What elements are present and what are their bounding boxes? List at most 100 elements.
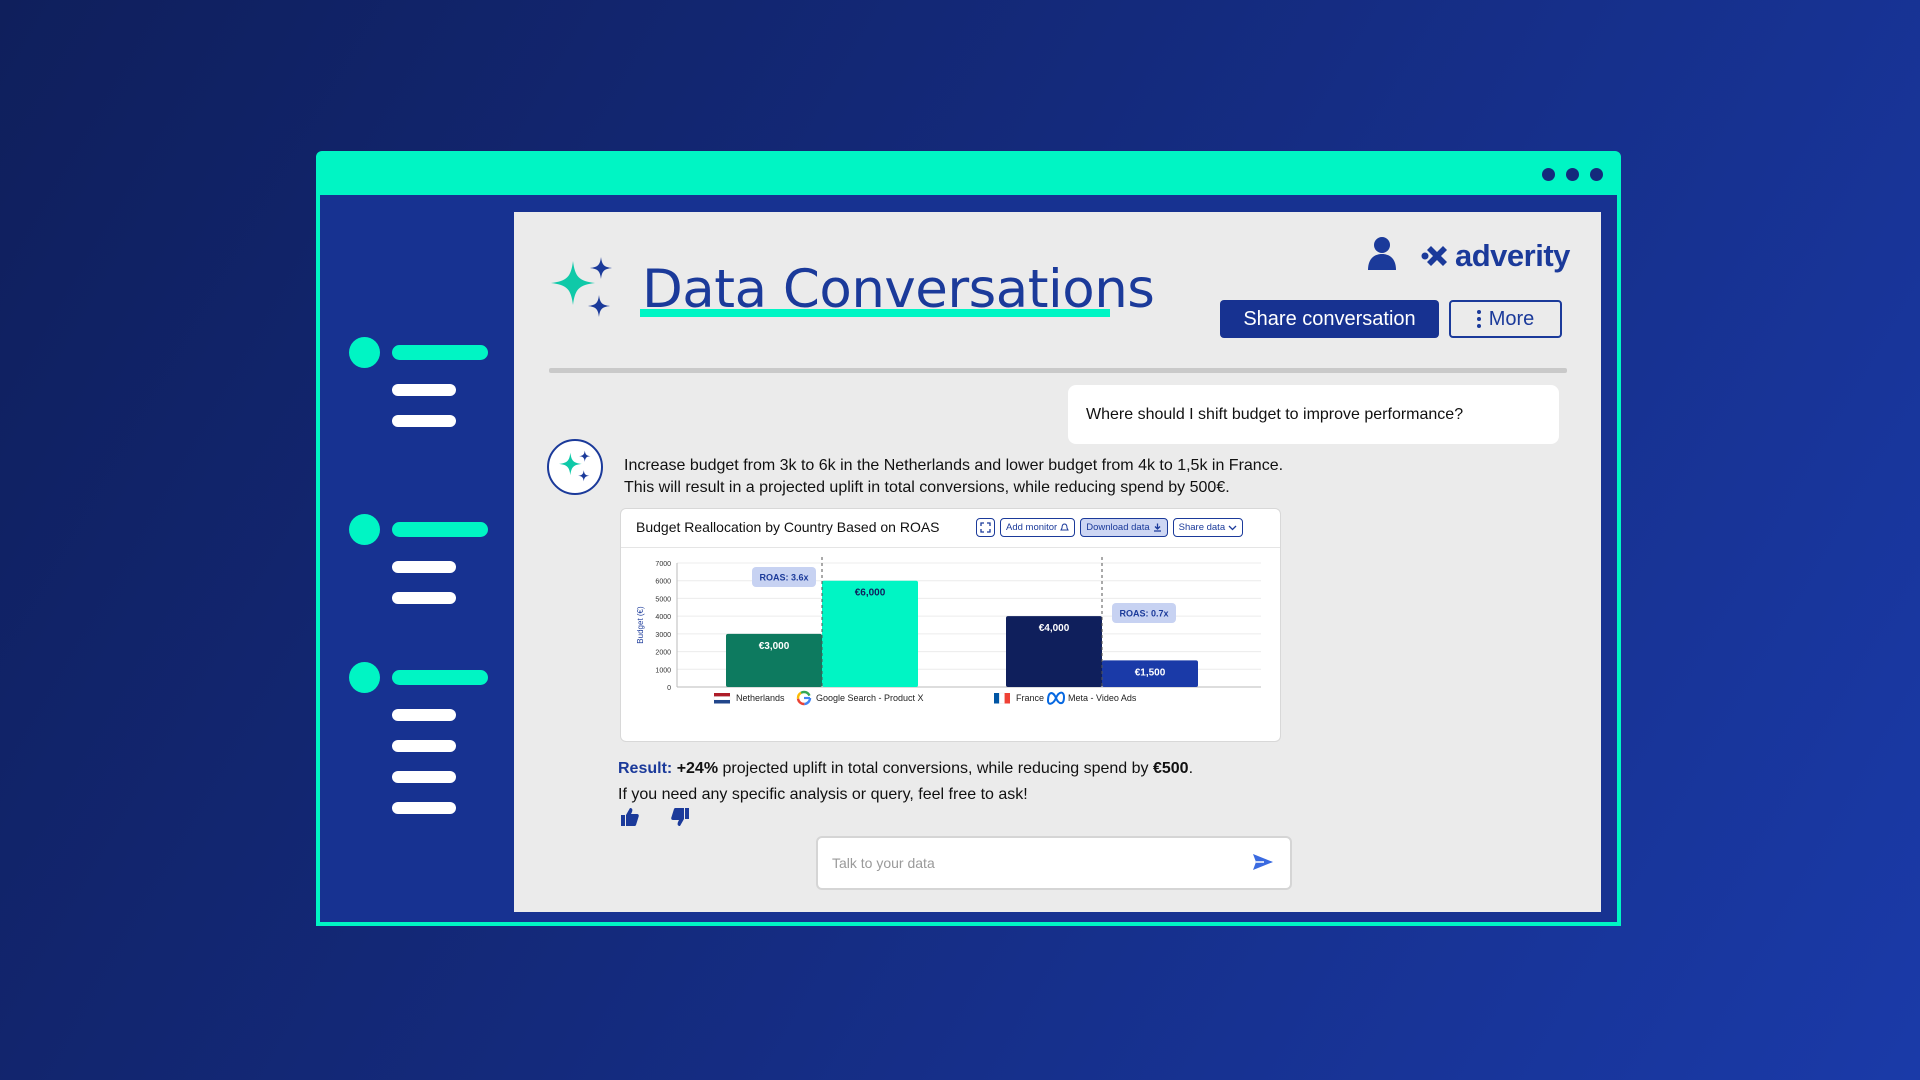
roas-tag-label: ROAS: 3.6x — [759, 573, 808, 583]
sidebar-item[interactable] — [349, 514, 488, 545]
y-tick-label: 2000 — [655, 650, 671, 657]
user-icon[interactable] — [1367, 236, 1397, 270]
sidebar-subitem[interactable] — [392, 561, 456, 573]
thumbs-up-icon[interactable] — [620, 807, 640, 827]
sidebar-group[interactable] — [349, 514, 488, 604]
assistant-message-line: Increase budget from 3k to 6k in the Net… — [624, 457, 1284, 474]
send-button[interactable] — [1252, 852, 1274, 875]
netherlands-flag-icon — [714, 700, 730, 704]
france-flag-icon — [994, 693, 1000, 704]
result-value: +24% — [676, 760, 719, 777]
y-tick-label: 1000 — [655, 667, 671, 674]
netherlands-flag-icon — [713, 696, 731, 701]
roas-tag-label: ROAS: 0.7x — [1119, 609, 1168, 619]
adverity-logo-icon — [1421, 246, 1447, 266]
window-menu-dots[interactable] — [1542, 168, 1603, 181]
result-label: Result: — [618, 760, 673, 777]
result-end: . — [1188, 760, 1194, 777]
sidebar-item-placeholder — [392, 522, 488, 537]
sidebar-item-placeholder — [392, 345, 488, 360]
chat-input[interactable] — [832, 852, 1212, 874]
sidebar-subitem[interactable] — [392, 740, 456, 752]
sidebar-group[interactable] — [349, 337, 488, 427]
user-message-bubble: Where should I shift budget to improve p… — [1068, 385, 1559, 444]
assistant-avatar — [547, 439, 603, 495]
follow-up-text: If you need any specific analysis or que… — [618, 786, 1028, 803]
assistant-message-line: This will result in a projected uplift i… — [624, 479, 1230, 496]
send-icon — [1253, 854, 1273, 870]
france-flag-icon — [1004, 693, 1010, 704]
bar-data-label: €6,000 — [855, 588, 886, 599]
brand-name: adverity — [1455, 238, 1570, 273]
netherlands-flag-icon — [714, 693, 730, 697]
feedback-buttons — [620, 807, 690, 827]
sidebar-subitem[interactable] — [392, 415, 456, 427]
y-tick-label: 4000 — [655, 614, 671, 621]
chart-divider — [621, 547, 1280, 548]
brand-logo: adverity — [1421, 238, 1570, 274]
header-divider — [549, 368, 1567, 373]
chart-card: Budget Reallocation by Country Based on … — [620, 508, 1281, 742]
app-window: Data Conversations adverity Share conver… — [316, 151, 1621, 926]
result-text: Result: +24% projected uplift in total c… — [618, 756, 1193, 808]
bell-icon — [1060, 523, 1070, 531]
bar-data-label: €1,500 — [1135, 667, 1166, 678]
meta-icon — [1047, 691, 1066, 705]
more-button-label: More — [1488, 307, 1535, 330]
add-monitor-label: Add monitor — [1006, 522, 1058, 533]
sidebar-group[interactable] — [349, 662, 488, 814]
chat-input-box — [816, 836, 1292, 890]
bar-data-label: €3,000 — [759, 641, 790, 652]
title-bar — [320, 155, 1617, 195]
result-mid: projected uplift in total conversions, w… — [718, 760, 1153, 777]
x-series-label: Meta - Video Ads — [1068, 693, 1137, 703]
download-data-button[interactable]: Download data — [1080, 518, 1168, 537]
sidebar-item[interactable] — [349, 662, 488, 693]
x-category-label: Netherlands — [736, 693, 785, 703]
sidebar-subitem[interactable] — [392, 592, 456, 604]
chart-toolbar: Add monitor Download data Share data — [976, 518, 1244, 537]
result-amount: €500 — [1152, 760, 1189, 777]
bar-data-label: €4,000 — [1039, 623, 1070, 634]
y-tick-label: 0 — [667, 685, 671, 692]
y-axis-label: Budget (€) — [636, 606, 645, 644]
sidebar-item-placeholder — [392, 670, 488, 685]
more-button[interactable]: More — [1449, 300, 1562, 338]
download-data-label: Download data — [1086, 522, 1150, 533]
chart-title: Budget Reallocation by Country Based on … — [636, 519, 940, 535]
sidebar-dot-icon — [349, 337, 380, 368]
dot-icon — [1542, 168, 1555, 181]
sidebar-subitem[interactable] — [392, 802, 456, 814]
chevron-down-icon — [1228, 525, 1237, 531]
app-content: Data Conversations adverity Share conver… — [336, 212, 1601, 912]
france-flag-icon — [999, 692, 1005, 704]
sidebar-dot-icon — [349, 662, 380, 693]
sidebar-item[interactable] — [349, 337, 488, 368]
sidebar-subitem[interactable] — [392, 771, 456, 783]
share-data-button[interactable]: Share data — [1172, 518, 1244, 537]
budget-chart: 0 1000 2000 3000 4000 5000 6000 7000 Budget (€) €… — [636, 557, 1261, 706]
page-title: Data Conversations — [642, 259, 1155, 320]
sparkle-icon — [559, 450, 591, 482]
download-icon — [1153, 523, 1161, 532]
sidebar — [336, 212, 514, 912]
user-message-text: Where should I shift budget to improve p… — [1086, 405, 1464, 423]
dot-icon — [1590, 168, 1603, 181]
sidebar-subitem[interactable] — [392, 384, 456, 396]
sidebar-subitem[interactable] — [392, 709, 456, 721]
assistant-message: Increase budget from 3k to 6k in the Net… — [624, 455, 1283, 499]
y-tick-label: 7000 — [655, 561, 671, 568]
add-monitor-button[interactable]: Add monitor — [1000, 518, 1076, 537]
expand-button[interactable] — [976, 518, 995, 537]
dot-icon — [1566, 168, 1579, 181]
share-conversation-button[interactable]: Share conversation — [1220, 300, 1439, 338]
x-category-label: France — [1016, 693, 1044, 703]
x-series-label: Google Search - Product X — [816, 693, 924, 703]
sparkle-icon — [551, 257, 612, 317]
kebab-icon — [1476, 310, 1481, 328]
sidebar-dot-icon — [349, 514, 380, 545]
expand-icon — [980, 522, 991, 533]
y-tick-label: 3000 — [655, 632, 671, 639]
y-tick-label: 5000 — [655, 596, 671, 603]
thumbs-down-icon[interactable] — [670, 807, 690, 827]
